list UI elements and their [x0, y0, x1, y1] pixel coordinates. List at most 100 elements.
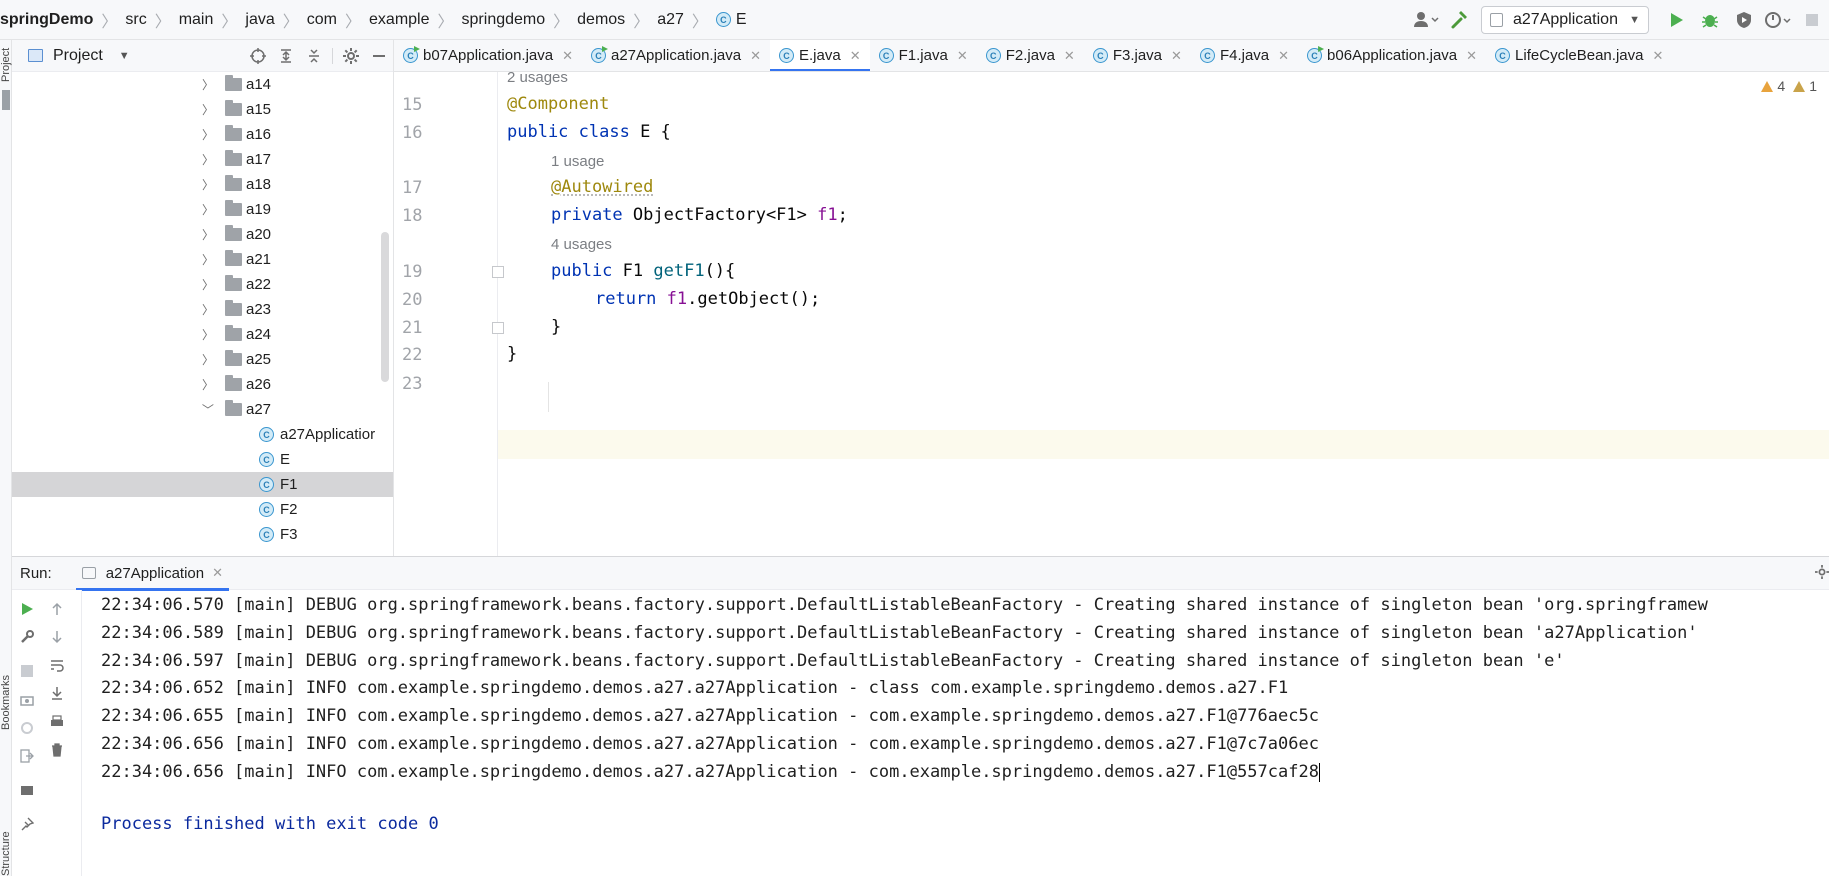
close-icon[interactable]: ✕: [850, 48, 861, 64]
close-icon[interactable]: ✕: [957, 48, 968, 64]
hide-panel-icon[interactable]: [371, 48, 387, 64]
structure-tool-label[interactable]: Structure: [0, 800, 12, 876]
usages-hint[interactable]: 4 usages: [551, 236, 612, 253]
camera-icon[interactable]: [16, 689, 38, 711]
rerun-icon[interactable]: [16, 598, 38, 620]
close-icon[interactable]: ✕: [750, 48, 761, 64]
coverage-icon[interactable]: [1730, 6, 1758, 34]
breadcrumb-item[interactable]: main: [179, 11, 214, 29]
tab-e-java[interactable]: C E.java ✕: [770, 40, 870, 71]
tree-file[interactable]: Ca27Applicatior: [12, 422, 393, 447]
exit-icon[interactable]: [16, 745, 38, 767]
warning-count[interactable]: 4: [1761, 78, 1785, 94]
trash-icon[interactable]: [46, 739, 68, 761]
chevron-right-icon[interactable]: 〉: [201, 301, 215, 318]
fold-collapse-icon[interactable]: [492, 266, 504, 278]
usages-hint[interactable]: 2 usages: [507, 72, 568, 86]
chevron-right-icon[interactable]: 〉: [201, 376, 215, 393]
close-icon[interactable]: ✕: [1652, 48, 1663, 64]
breadcrumb-item[interactable]: springdemo: [462, 11, 546, 29]
usages-hint[interactable]: 1 usage: [551, 153, 604, 170]
chevron-right-icon[interactable]: 〉: [201, 226, 215, 243]
close-icon[interactable]: ✕: [1466, 48, 1477, 64]
tree-folder[interactable]: 〉 a20: [12, 222, 393, 247]
weak-warning-count[interactable]: 1: [1793, 78, 1817, 94]
tree-folder[interactable]: 〉 a21: [12, 247, 393, 272]
stop-icon[interactable]: [1798, 6, 1826, 34]
chevron-right-icon[interactable]: 〉: [201, 76, 215, 93]
build-hammer-icon[interactable]: [1446, 6, 1474, 34]
breadcrumb-item[interactable]: java: [245, 11, 274, 29]
tree-file-selected[interactable]: C F1: [12, 472, 393, 497]
chevron-right-icon[interactable]: 〉: [201, 151, 215, 168]
arrow-up-icon[interactable]: [46, 598, 68, 620]
breadcrumb-item[interactable]: com: [307, 11, 337, 29]
close-icon[interactable]: ✕: [1064, 48, 1075, 64]
tree-folder[interactable]: 〉 a19: [12, 197, 393, 222]
debug-bug-icon[interactable]: [1696, 6, 1724, 34]
tab-a27application[interactable]: Ca27Application.java ✕: [582, 40, 770, 71]
chevron-right-icon[interactable]: 〉: [201, 126, 215, 143]
print-icon[interactable]: [46, 711, 68, 733]
tree-folder[interactable]: 〉 a14: [12, 72, 393, 97]
layout-icon[interactable]: [16, 779, 38, 801]
chevron-right-icon[interactable]: 〉: [201, 326, 215, 343]
chevron-right-icon[interactable]: 〉: [201, 276, 215, 293]
close-icon[interactable]: ✕: [1171, 48, 1182, 64]
code-editor[interactable]: 15 16 17 18 19 20 21 22 23 4 1 2 usages …: [394, 72, 1829, 556]
tab-f1-java[interactable]: C F1.java ✕: [870, 40, 977, 71]
user-account-icon[interactable]: [1412, 6, 1440, 34]
tab-b07application[interactable]: Cb07Application.java ✕: [394, 40, 582, 71]
breadcrumb-item[interactable]: a27: [657, 11, 684, 29]
breadcrumb-item[interactable]: example: [369, 11, 429, 29]
chevron-down-icon[interactable]: ▼: [119, 50, 130, 62]
breadcrumb-item[interactable]: demos: [577, 11, 625, 29]
scroll-to-end-icon[interactable]: [46, 682, 68, 704]
tree-folder[interactable]: 〉 a15: [12, 97, 393, 122]
tab-f4-java[interactable]: C F4.java ✕: [1191, 40, 1298, 71]
tree-file[interactable]: CE: [12, 447, 393, 472]
wrench-icon[interactable]: [16, 626, 38, 648]
fold-end-icon[interactable]: [492, 322, 504, 334]
close-icon[interactable]: ✕: [562, 48, 573, 64]
inspection-widget[interactable]: 4 1: [1753, 78, 1817, 94]
breadcrumb-item[interactable]: src: [125, 11, 146, 29]
tree-folder[interactable]: 〉 a25: [12, 347, 393, 372]
breadcrumb-item-class[interactable]: C E: [715, 11, 747, 29]
tree-folder-expanded[interactable]: 〉 a27: [12, 397, 393, 422]
tree-folder[interactable]: 〉 a18: [12, 172, 393, 197]
arrow-down-icon[interactable]: [46, 626, 68, 648]
profiler-icon[interactable]: [1764, 6, 1792, 34]
close-icon[interactable]: ✕: [1278, 48, 1289, 64]
close-icon[interactable]: ✕: [212, 565, 223, 581]
chevron-right-icon[interactable]: 〉: [201, 176, 215, 193]
collapse-all-icon[interactable]: [306, 48, 322, 64]
dump-threads-icon[interactable]: [16, 717, 38, 739]
tree-folder[interactable]: 〉 a17: [12, 147, 393, 172]
breadcrumb-item-project[interactable]: springDemo: [0, 11, 93, 29]
bookmarks-tool-label[interactable]: Bookmarks: [0, 640, 12, 730]
tab-f2-java[interactable]: C F2.java ✕: [977, 40, 1084, 71]
run-icon[interactable]: [1662, 6, 1690, 34]
tab-lifecyclebean[interactable]: C LifeCycleBean.java ✕: [1486, 40, 1672, 71]
project-panel-title[interactable]: Project: [53, 47, 103, 65]
locate-target-icon[interactable]: [250, 47, 266, 64]
project-tree-scrollbar[interactable]: [381, 232, 389, 382]
tree-folder[interactable]: 〉 a23: [12, 297, 393, 322]
console-output[interactable]: 22:34:06.570 [main] DEBUG org.springfram…: [84, 590, 1829, 876]
tree-folder[interactable]: 〉 a24: [12, 322, 393, 347]
chevron-right-icon[interactable]: 〉: [201, 101, 215, 118]
chevron-right-icon[interactable]: 〉: [201, 201, 215, 218]
project-tool-label[interactable]: Project: [0, 42, 12, 82]
run-tab-a27application[interactable]: a27Application ✕: [75, 557, 230, 591]
stop-icon[interactable]: [16, 660, 38, 682]
chevron-down-icon[interactable]: 〉: [200, 403, 217, 417]
chevron-right-icon[interactable]: 〉: [201, 251, 215, 268]
run-configuration-select[interactable]: a27Application ▼: [1481, 6, 1649, 34]
tree-file[interactable]: C F2: [12, 497, 393, 522]
tab-b06application[interactable]: Cb06Application.java ✕: [1298, 40, 1486, 71]
tree-folder[interactable]: 〉 a26: [12, 372, 393, 397]
tab-f3-java[interactable]: C F3.java ✕: [1084, 40, 1191, 71]
chevron-right-icon[interactable]: 〉: [201, 351, 215, 368]
expand-all-icon[interactable]: [278, 48, 294, 64]
